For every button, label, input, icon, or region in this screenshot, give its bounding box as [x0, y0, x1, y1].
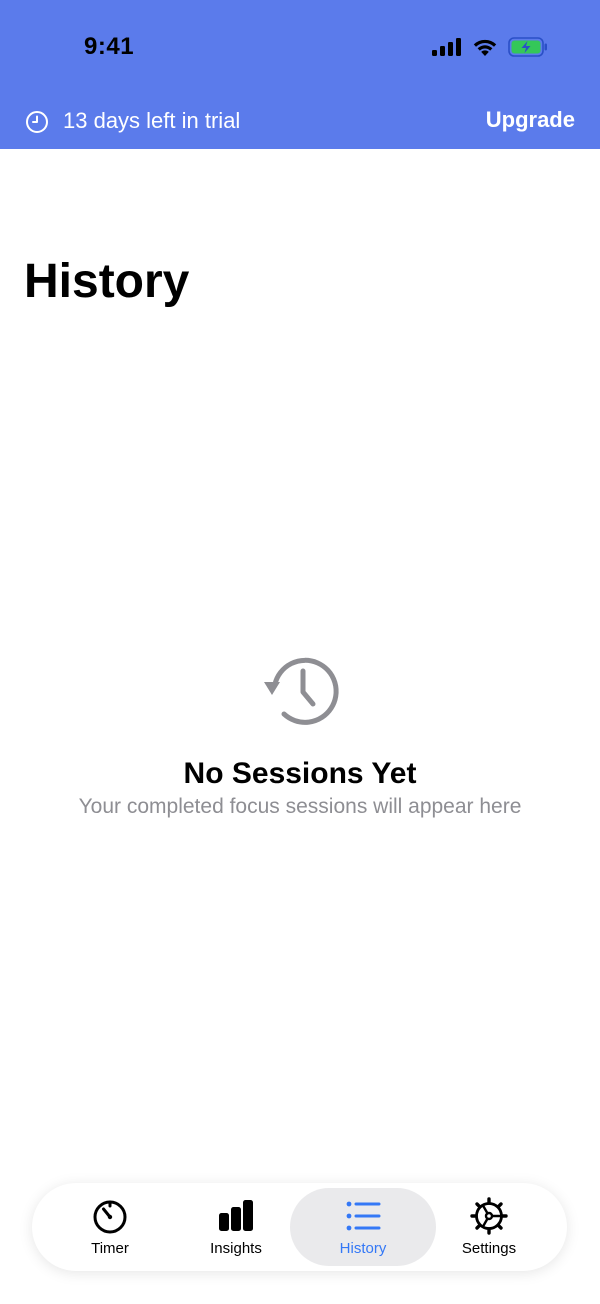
history-icon [264, 657, 339, 725]
status-icons [432, 37, 548, 57]
tab-settings-label: Settings [461, 1240, 517, 1257]
tab-history-label: History [339, 1240, 387, 1257]
bar-chart-icon [219, 1200, 253, 1231]
cellular-signal-icon [432, 38, 461, 56]
trial-banner: 13 days left in trial Upgrade [0, 104, 600, 140]
wifi-icon [473, 39, 497, 56]
list-icon [346, 1201, 381, 1231]
page-title: History [24, 255, 190, 308]
empty-state-title: No Sessions Yet [183, 757, 417, 790]
status-time: 9:41 [84, 33, 135, 60]
upgrade-button[interactable]: Upgrade [486, 107, 575, 133]
trial-days-left-text: 13 days left in trial [63, 108, 241, 133]
tab-timer-label: Timer [91, 1240, 129, 1257]
tab-insights-label: Insights [210, 1240, 262, 1257]
header: 9:41 13 days left in trial Upgrade [0, 0, 600, 149]
empty-state: No Sessions Yet Your completed focus ses… [0, 652, 600, 822]
battery-charging-icon [508, 37, 547, 57]
timer-icon [93, 1200, 127, 1234]
tab-insights[interactable]: Insights [163, 1188, 309, 1266]
tab-bar: Timer Insights History Settings [32, 1183, 567, 1271]
empty-state-subtitle: Your completed focus sessions will appea… [78, 795, 522, 818]
tab-timer[interactable]: Timer [37, 1188, 183, 1266]
gear-icon [470, 1197, 508, 1235]
clock-icon [26, 111, 48, 133]
tab-history[interactable]: History [290, 1188, 436, 1266]
tab-settings[interactable]: Settings [416, 1188, 562, 1266]
